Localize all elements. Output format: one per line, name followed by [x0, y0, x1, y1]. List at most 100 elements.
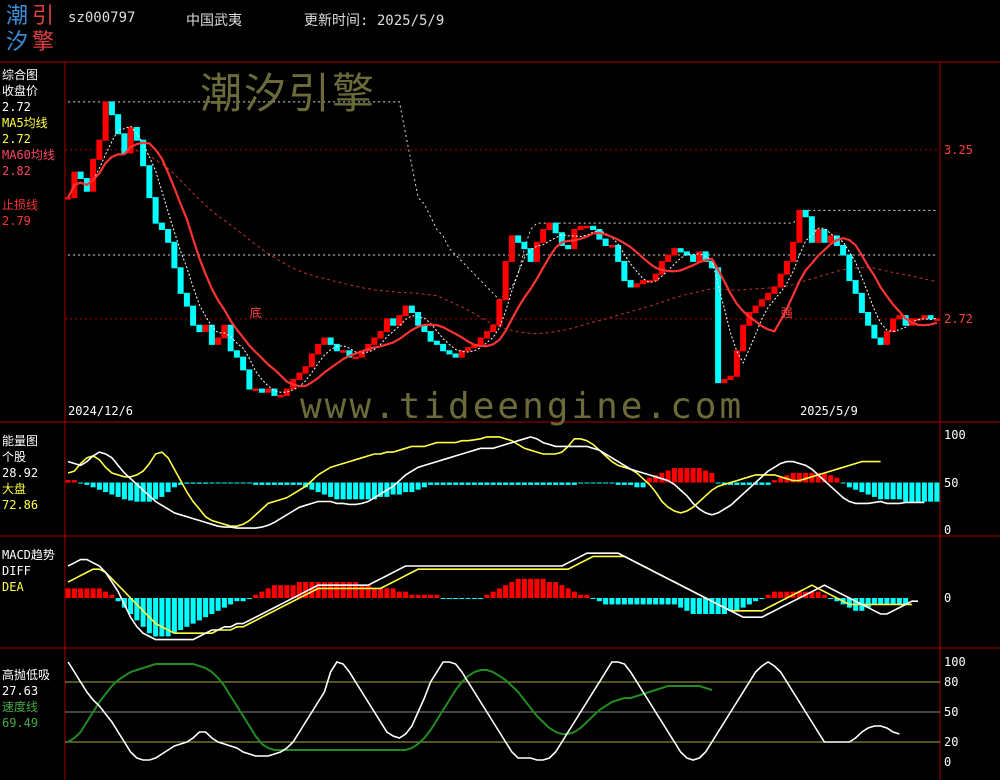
candle: [415, 311, 422, 326]
energy-bar: [453, 482, 459, 485]
candle: [608, 244, 615, 248]
macd-bar: [84, 588, 90, 598]
legend-value: 69.49: [2, 716, 39, 730]
candle: [96, 139, 103, 160]
y-tick: 80: [944, 675, 959, 689]
macd-bar: [540, 578, 546, 598]
candle: [790, 241, 797, 262]
energy-bar: [565, 482, 571, 485]
energy-bar: [521, 482, 527, 485]
energy-bar: [903, 482, 909, 502]
macd-bar: [428, 594, 434, 598]
candle: [171, 241, 178, 269]
candle: [246, 369, 253, 390]
candle: [440, 343, 447, 352]
candle: [308, 353, 315, 368]
candle: [408, 305, 415, 313]
macd-bar: [584, 594, 590, 598]
candle: [821, 229, 828, 243]
y-tick: 2.72: [944, 311, 973, 326]
candle: [158, 222, 165, 231]
energy-bar: [184, 482, 190, 484]
macd-bar: [415, 594, 421, 598]
energy-bar: [278, 482, 284, 485]
macd-bar: [390, 588, 396, 598]
energy-bar: [534, 482, 540, 485]
candle: [433, 340, 440, 345]
energy-bar: [171, 482, 177, 488]
energy-bar: [409, 482, 415, 493]
macd-bar: [109, 594, 115, 598]
energy-bar: [115, 482, 121, 497]
candle: [121, 133, 128, 154]
watermark-url: www.tideengine.com: [300, 386, 745, 427]
energy-bar: [571, 482, 577, 485]
candle: [846, 254, 853, 282]
candle: [383, 318, 390, 333]
energy-bar: [271, 482, 277, 485]
legend-name: DEA: [2, 580, 24, 594]
macd-bar: [265, 588, 271, 598]
energy-bar: [221, 482, 227, 484]
macd-bar: [590, 598, 596, 599]
macd-bar: [878, 598, 884, 605]
energy-bar: [884, 482, 890, 500]
energy-bar: [471, 482, 477, 485]
candle: [840, 244, 847, 256]
energy-bar: [334, 482, 340, 500]
macd-bar: [190, 598, 196, 624]
candle: [852, 280, 859, 294]
candle: [258, 388, 265, 393]
candle: [771, 286, 778, 294]
macd-bar: [228, 598, 234, 605]
legend-name: 收盘价: [2, 84, 39, 98]
macd-bar: [503, 585, 509, 598]
macd-bar: [578, 594, 584, 598]
candle: [102, 101, 109, 141]
energy-bar: [484, 482, 490, 485]
energy-bar: [228, 482, 234, 484]
candle: [65, 197, 72, 200]
candle: [827, 235, 834, 243]
macd-bar: [278, 585, 284, 598]
energy-bar: [240, 482, 246, 484]
energy-bar: [365, 482, 371, 500]
macd-bar: [646, 598, 652, 605]
macd-bar: [465, 598, 471, 599]
energy-bar: [103, 482, 109, 493]
candle: [490, 324, 497, 333]
candle: [183, 292, 190, 307]
macd-bar: [215, 598, 221, 611]
candle: [115, 114, 122, 135]
energy-bar: [709, 472, 715, 483]
candle: [858, 292, 865, 313]
energy-bar: [153, 482, 159, 500]
macd-bar: [284, 585, 290, 598]
energy-bar: [84, 482, 90, 485]
candle: [296, 372, 303, 380]
macd-bar: [665, 598, 671, 605]
panel-title: 能量图: [2, 434, 39, 448]
energy-bar: [878, 482, 884, 500]
energy-bar: [65, 480, 71, 483]
macd-bar: [634, 598, 640, 605]
legend-name: DIFF: [2, 564, 31, 578]
macd-bar: [609, 598, 615, 605]
energy-bar: [428, 482, 434, 485]
macd-bar: [553, 582, 559, 598]
macd-bar: [453, 598, 459, 599]
candle: [77, 171, 84, 179]
macd-bar: [771, 591, 777, 598]
macd-bar: [421, 594, 427, 598]
candle: [252, 388, 259, 392]
macd-bar: [459, 598, 465, 599]
candle: [802, 209, 809, 218]
candle: [740, 324, 747, 352]
date-end: 2025/5/9: [800, 404, 858, 418]
energy-bar: [440, 482, 446, 485]
energy-bar: [859, 482, 865, 493]
candle: [340, 350, 347, 353]
energy-bar: [478, 482, 484, 485]
candle: [621, 260, 628, 282]
energy-bar: [896, 482, 902, 500]
